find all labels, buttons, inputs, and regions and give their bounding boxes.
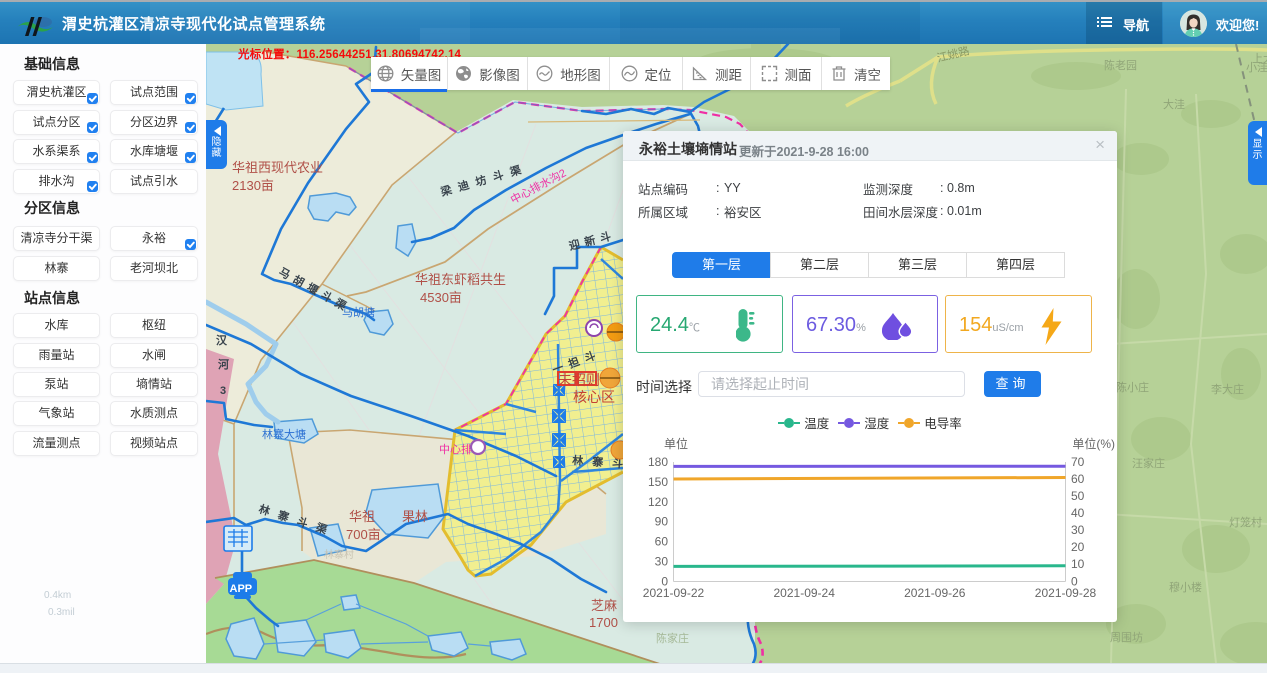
svg-text:华祖西现代农业: 华祖西现代农业	[232, 160, 323, 175]
svg-text:果林: 果林	[402, 509, 428, 524]
svg-text:单位: 单位	[664, 436, 688, 451]
svg-text:700亩: 700亩	[346, 527, 381, 542]
svg-text:汪家庄: 汪家庄	[1132, 456, 1165, 470]
svg-text:2021-09-24: 2021-09-24	[774, 586, 836, 600]
svg-text:大洼: 大洼	[1163, 97, 1185, 111]
svg-text:单位(%): 单位(%)	[1072, 436, 1115, 451]
svg-text:90: 90	[655, 515, 669, 529]
svg-text:150: 150	[648, 475, 668, 489]
svg-text:3: 3	[220, 385, 226, 397]
svg-text:灯笼村: 灯笼村	[1229, 515, 1262, 529]
svg-text:30: 30	[1071, 523, 1085, 537]
svg-text:2021-09-26: 2021-09-26	[904, 586, 966, 600]
svg-text:2021-09-22: 2021-09-22	[643, 586, 705, 600]
svg-text:180: 180	[648, 455, 668, 469]
svg-text:50: 50	[1071, 489, 1085, 503]
svg-text:汉: 汉	[216, 333, 229, 347]
svg-text:120: 120	[648, 495, 668, 509]
svg-text:华祖: 华祖	[349, 509, 375, 524]
svg-text:2130亩: 2130亩	[232, 178, 274, 193]
svg-text:60: 60	[1071, 472, 1085, 486]
svg-text:60: 60	[655, 535, 669, 549]
svg-text:林寨大塘: 林寨大塘	[262, 427, 306, 441]
svg-text:40: 40	[1071, 506, 1085, 520]
svg-text:陈家庄: 陈家庄	[656, 631, 689, 645]
svg-text:上大: 上大	[1252, 51, 1267, 65]
svg-text:陈小庄: 陈小庄	[1116, 380, 1149, 394]
svg-text:1700: 1700	[589, 615, 618, 630]
svg-text:APP: APP	[230, 583, 253, 595]
svg-text:河: 河	[218, 357, 229, 371]
svg-text:2021-09-28: 2021-09-28	[1035, 586, 1097, 600]
svg-text:穆小楼: 穆小楼	[1169, 580, 1202, 594]
svg-text:20: 20	[1071, 540, 1085, 554]
svg-text:未招则: 未招则	[558, 372, 600, 388]
svg-text:华祖东虾稻共生: 华祖东虾稻共生	[415, 272, 506, 287]
svg-text:70: 70	[1071, 455, 1085, 469]
svg-text:陈老园: 陈老园	[1104, 58, 1137, 72]
svg-text:林寨村: 林寨村	[324, 548, 354, 561]
svg-text:芝麻: 芝麻	[591, 598, 617, 613]
svg-text:核心区: 核心区	[573, 389, 615, 405]
svg-text:30: 30	[655, 555, 669, 569]
svg-text:李大庄: 李大庄	[1211, 382, 1244, 396]
svg-text:10: 10	[1071, 557, 1085, 571]
svg-text:周围坊: 周围坊	[1110, 630, 1143, 644]
svg-text:4530亩: 4530亩	[420, 290, 462, 305]
